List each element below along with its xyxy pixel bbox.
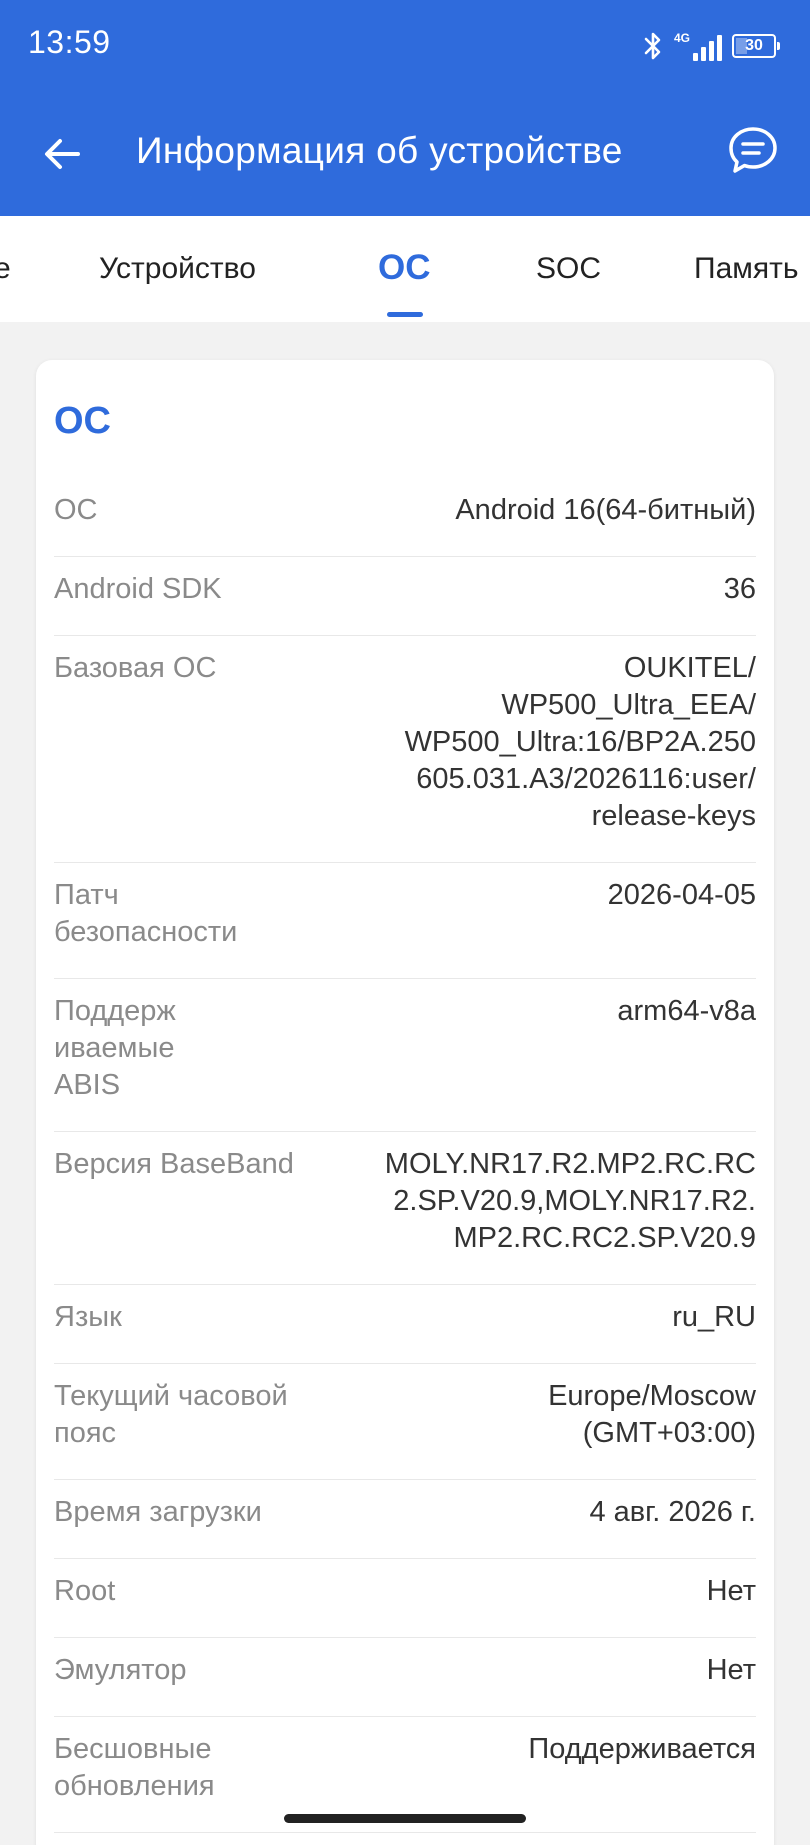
tab-memory[interactable]: Память <box>694 252 799 286</box>
info-value: Нет <box>707 1573 756 1610</box>
page-title: Информация об устройстве <box>136 130 623 171</box>
info-row: Версия BaseBand MOLY.NR17.R2.MP2.RC.RC 2.S… <box>54 1132 756 1285</box>
info-label-line: Бесшовные <box>54 1733 212 1765</box>
os-info-card: ОС ОС Android 16(64-битный) Android SDK 36 Б… <box>36 360 774 1845</box>
network-type: 4G <box>674 31 691 45</box>
info-label-line: иваемые <box>54 1032 175 1064</box>
info-row: Root Нет <box>54 1559 756 1638</box>
cell-signal-icon: 4G <box>674 29 722 63</box>
info-row: Патч безопасности 2026-04-05 <box>54 863 756 979</box>
info-value-line: 2.SP.V20.9,MOLY.NR17.R2. <box>393 1185 756 1217</box>
info-row: Поддерж иваемые ABIS arm64-v8a <box>54 979 756 1132</box>
back-arrow-icon[interactable] <box>40 132 84 176</box>
info-value-line: WP500_Ultra:16/BP2A.250 <box>404 726 756 758</box>
info-value: 36 <box>724 571 756 608</box>
tab-device[interactable]: Устройство <box>99 252 256 286</box>
active-tab-indicator <box>387 312 423 317</box>
info-value: Europe/Moscow (GMT+03:00) <box>548 1378 756 1452</box>
info-label: Версия BaseBand <box>54 1146 294 1183</box>
info-value-line: 605.031.A3/2026116:user/ <box>416 763 756 795</box>
app-bar: Информация об устройстве <box>0 90 810 216</box>
info-value-line: Android 16(64-битный) <box>455 494 756 526</box>
info-value: OUKITEL/WP500_Ultra_EEA/WP500_Ultra:16/B… <box>405 650 756 835</box>
info-value-line: release-keys <box>591 800 756 832</box>
info-value: MOLY.NR17.R2.MP2.RC.RC 2.SP.V20.9,MOLY.NR… <box>385 1146 756 1257</box>
info-value: arm64-v8a <box>617 993 756 1030</box>
info-value-line: Поддерживается <box>528 1733 756 1765</box>
info-label: Бесшовные обновления <box>54 1731 215 1805</box>
info-value-line: MOLY.NR17.R2.MP2.RC.RC <box>384 1148 756 1180</box>
info-value-line: Europe/Moscow <box>548 1380 756 1412</box>
info-label-line: обновления <box>54 1770 215 1802</box>
info-label: Базовая ОС <box>54 650 216 687</box>
feedback-chat-icon[interactable] <box>726 124 780 178</box>
info-value-line: 2026-04-05 <box>607 879 756 911</box>
info-label-line: Эмулятор <box>54 1654 187 1686</box>
info-value-line: Нет <box>706 1654 756 1686</box>
info-value-line: Нет <box>706 1575 756 1607</box>
info-row: ОС Android 16(64-битный) <box>54 478 756 557</box>
info-value-line: MP2.RC.RC2.SP.V20.9 <box>453 1222 757 1254</box>
info-value: Android 16(64-битный) <box>455 492 756 529</box>
info-value-line: WP500_Ultra_EEA/ <box>501 689 756 721</box>
info-label: Время загрузки <box>54 1494 262 1531</box>
info-label-line: пояс <box>54 1417 117 1449</box>
info-label: Текущий часовой пояс <box>54 1378 288 1452</box>
info-row: Текущий часовой пояс Europe/Moscow (GMT+03:… <box>54 1364 756 1480</box>
info-row: Время загрузки 4 авг. 2026 г. <box>54 1480 756 1559</box>
info-label: Root <box>54 1573 115 1610</box>
info-label-line: Android SDK <box>54 573 222 605</box>
bluetooth-icon <box>644 32 661 60</box>
info-value-line: arm64-v8a <box>617 995 756 1027</box>
info-label-line: ОС <box>54 494 98 526</box>
info-label-line: Текущий часовой <box>54 1380 288 1412</box>
info-row: Базовая ОС OUKITEL/WP500_Ultra_EEA/WP500_… <box>54 636 756 863</box>
info-value: ru_RU <box>672 1299 756 1336</box>
info-label-line: Root <box>54 1575 116 1607</box>
status-bar: 13:59 4G 30 <box>0 0 810 90</box>
tab-soc[interactable]: SOC <box>536 252 601 286</box>
info-value-line: OUKITEL/ <box>623 652 756 684</box>
tab-bar: е Устройство ОС SOC Память <box>0 216 810 322</box>
battery-level: 30 <box>745 37 763 54</box>
home-indicator[interactable] <box>284 1814 526 1823</box>
section-title: ОС <box>54 400 111 442</box>
info-label: Android SDK <box>54 571 222 608</box>
info-label-line: ABIS <box>54 1069 121 1101</box>
info-row: Android SDK 36 <box>54 557 756 636</box>
battery-icon: 30 <box>732 34 780 58</box>
info-label-line: Базовая ОС <box>54 652 217 684</box>
status-time: 13:59 <box>28 24 111 60</box>
info-value: 2026-04-05 <box>608 877 756 914</box>
info-label-line: Время загрузки <box>54 1496 262 1528</box>
info-value: 4 авг. 2026 г. <box>589 1494 756 1531</box>
info-label-line: Версия BaseBand <box>54 1148 294 1180</box>
tab-os[interactable]: ОС <box>378 248 431 288</box>
info-value-line: ru_RU <box>672 1301 756 1333</box>
info-label: ОС <box>54 492 98 529</box>
info-label-line: Патч <box>54 879 119 911</box>
info-value: Нет <box>707 1652 756 1689</box>
tab-previous[interactable]: е <box>0 252 11 286</box>
info-label-line: Поддерж <box>54 995 176 1027</box>
info-row: Язык ru_RU <box>54 1285 756 1364</box>
info-value-line: 4 авг. 2026 г. <box>589 1496 756 1528</box>
info-value-line: 36 <box>723 573 756 605</box>
status-icons: 4G 30 <box>642 26 780 66</box>
info-label: Эмулятор <box>54 1652 186 1689</box>
info-label-line: Язык <box>54 1301 122 1333</box>
info-label: Патч безопасности <box>54 877 237 951</box>
info-value-line: (GMT+03:00) <box>582 1417 756 1449</box>
info-label: Язык <box>54 1299 122 1336</box>
info-label: Поддерж иваемые ABIS <box>54 993 176 1104</box>
info-value: Поддерживается <box>528 1731 756 1768</box>
info-label-line: безопасности <box>54 916 238 948</box>
info-row: Эмулятор Нет <box>54 1638 756 1717</box>
info-row: System as rootПоддерживается <box>54 1833 756 1845</box>
